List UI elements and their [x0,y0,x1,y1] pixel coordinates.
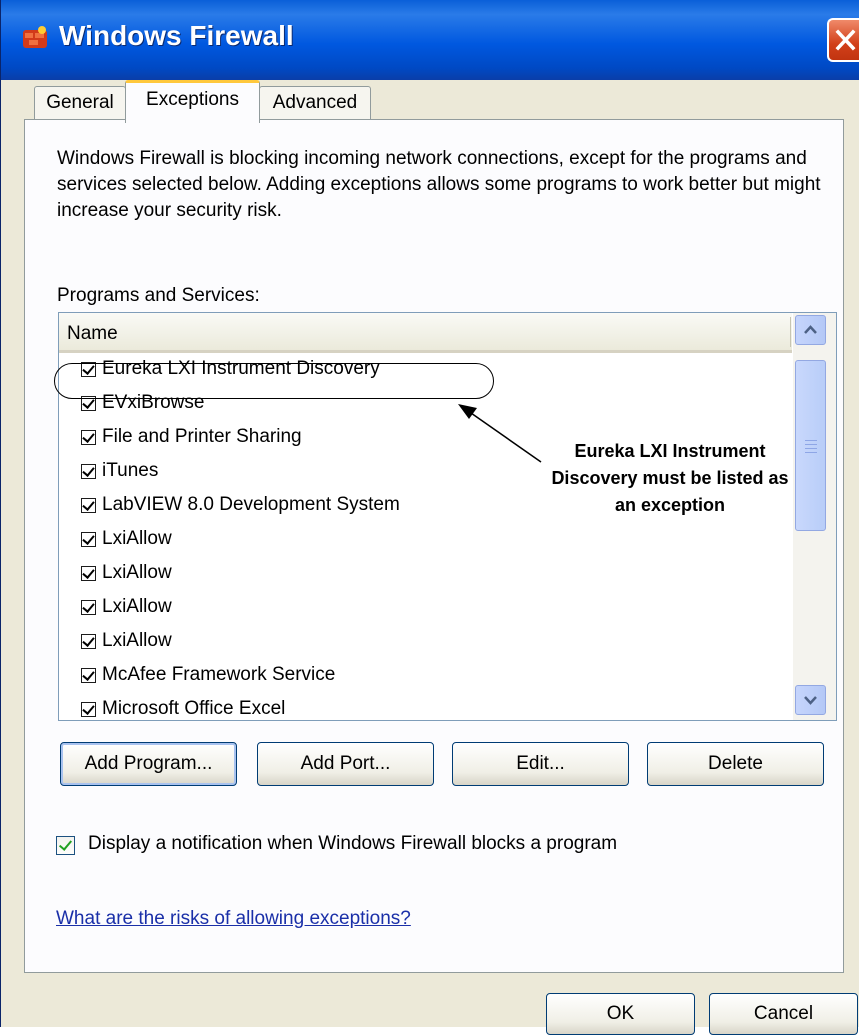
annotation-note: Eureka LXI Instrument Discovery must be … [551,441,789,515]
firewall-dialog: Windows Firewall General Exceptions Adva… [0,0,859,1035]
